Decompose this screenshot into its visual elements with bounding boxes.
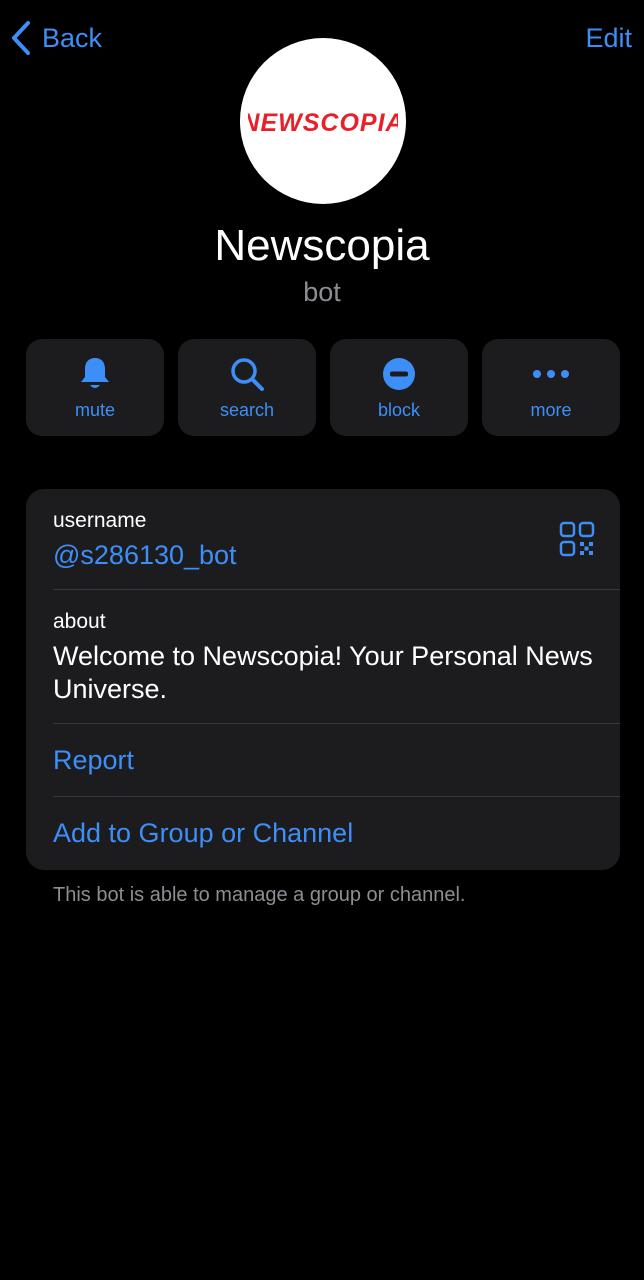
search-icon [231, 358, 264, 391]
username-row[interactable]: username @s286130_bot [26, 489, 620, 589]
svg-text:NEWSCOPIA: NEWSCOPIA [248, 109, 398, 137]
mute-button[interactable]: mute [26, 339, 164, 436]
action-bar: mute search block more [26, 339, 620, 436]
search-button[interactable]: search [178, 339, 316, 436]
about-value: Welcome to Newscopia! Your Personal News… [53, 641, 593, 704]
add-to-group-row[interactable]: Add to Group or Channel [26, 797, 620, 870]
footer-note: This bot is able to manage a group or ch… [53, 884, 466, 906]
add-to-group-button[interactable]: Add to Group or Channel [53, 816, 353, 850]
username-value[interactable]: @s286130_bot [53, 538, 237, 572]
qr-code-icon [559, 521, 595, 557]
avatar[interactable]: NEWSCOPIA [240, 38, 406, 204]
report-button[interactable]: Report [53, 743, 134, 777]
edit-button[interactable]: Edit [585, 18, 632, 58]
back-label: Back [42, 22, 103, 53]
qr-code-button[interactable] [559, 521, 595, 557]
more-button[interactable]: more [482, 339, 620, 436]
newscopia-logo: NEWSCOPIA [248, 109, 398, 137]
report-row[interactable]: Report [26, 724, 620, 796]
profile-subtitle: bot [303, 277, 341, 307]
block-button[interactable]: block [330, 339, 468, 436]
info-card: username @s286130_bot about Welcome to N… [26, 489, 620, 870]
chevron-left-icon [12, 21, 30, 55]
username-label: username [53, 509, 147, 532]
about-row: about Welcome to Newscopia! Your Persona… [26, 590, 620, 723]
back-button[interactable]: Back [10, 18, 102, 58]
about-label: about [53, 610, 106, 633]
mute-label: mute [74, 400, 116, 420]
more-label: more [530, 400, 572, 420]
more-icon [533, 370, 569, 378]
profile-name: Newscopia [214, 221, 430, 270]
bell-icon [81, 358, 109, 388]
search-label: search [219, 400, 275, 420]
block-label: block [377, 400, 421, 420]
block-icon [383, 358, 415, 390]
